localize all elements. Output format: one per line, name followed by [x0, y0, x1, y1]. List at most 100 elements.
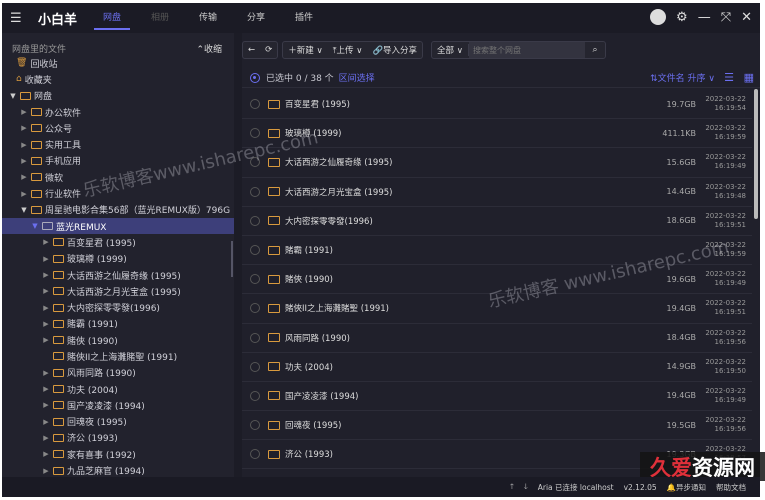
tree-item[interactable]: ▶ 国产凌凌漆 (1994) — [2, 397, 234, 413]
notify-button[interactable]: 🔔异步通知 — [667, 482, 706, 493]
file-row[interactable]: 大话西游之月光宝盒 (1995) 14.4GB 2022-03-22 16:19:… — [242, 178, 752, 207]
tree-item[interactable]: ▶ 手机应用 — [2, 153, 234, 169]
row-select-radio[interactable] — [250, 274, 260, 285]
collapse-arrow-icon[interactable]: ▶ — [41, 336, 51, 344]
tree-item[interactable]: ▼ 蓝光REMUX — [2, 217, 234, 235]
collapse-arrow-icon[interactable]: ▶ — [19, 157, 29, 165]
upload-button[interactable]: ⤒上传 ∨ — [328, 44, 368, 56]
collapse-arrow-icon[interactable]: ▶ — [19, 190, 29, 198]
tree-item[interactable]: ▶ 大话西游之仙履奇缘 (1995) — [2, 267, 234, 283]
row-select-radio[interactable] — [250, 449, 260, 460]
grid-view-icon[interactable]: ▦ — [744, 71, 754, 84]
search-input[interactable] — [469, 42, 585, 58]
file-row[interactable]: 玻璃樽 (1999) 411.1KB 2022-03-22 16:19:59 — [242, 119, 752, 149]
tree-item[interactable]: ▶ 功夫 (2004) — [2, 381, 234, 397]
nav-tab[interactable]: 传输 — [184, 3, 232, 33]
file-row[interactable]: 賭俠II之上海灘賭聖 (1991) 19.4GB 2022-03-22 16:19… — [242, 294, 752, 324]
tree-item[interactable]: ▼ 网盘 — [2, 88, 234, 104]
tree-item[interactable]: 賭俠II之上海灘賭聖 (1991) — [2, 348, 234, 364]
expand-arrow-icon[interactable]: ▼ — [8, 92, 18, 100]
file-row[interactable]: 賭霸 (1991) 2022-03-22 16:19:59 — [242, 236, 752, 266]
collapse-arrow-icon[interactable]: ▶ — [41, 255, 51, 263]
row-select-radio[interactable] — [250, 215, 260, 226]
file-row[interactable]: 賭俠 (1990) 19.6GB 2022-03-22 16:19:49 — [242, 265, 752, 295]
collapse-arrow-icon[interactable]: ▶ — [41, 238, 51, 246]
row-select-radio[interactable] — [250, 157, 260, 168]
back-button[interactable]: ← — [243, 45, 260, 55]
collapse-arrow-icon[interactable]: ▶ — [41, 320, 51, 328]
collapse-arrow-icon[interactable]: ▶ — [19, 173, 29, 181]
maximize-icon[interactable]: ⤧ — [721, 10, 731, 25]
collapse-button[interactable]: ⌃收缩 — [196, 42, 222, 55]
sidebar-scrollbar[interactable] — [231, 241, 233, 277]
row-select-radio[interactable] — [250, 128, 260, 139]
collapse-arrow-icon[interactable]: ▶ — [41, 467, 51, 475]
row-select-radio[interactable] — [250, 303, 260, 314]
tree-item[interactable]: ▶ 玻璃樽 (1999) — [2, 251, 234, 267]
collapse-arrow-icon[interactable]: ▶ — [19, 124, 29, 132]
file-list-scrollbar[interactable] — [754, 89, 758, 219]
import-share-button[interactable]: 🔗导入分享 — [367, 44, 422, 56]
file-row[interactable]: 百变星君 (1995) 19.7GB 2022-03-22 16:19:54 — [242, 90, 752, 120]
search-icon[interactable]: ⌕ — [585, 45, 605, 55]
tree-item[interactable]: ▶ 风雨同路 (1990) — [2, 365, 234, 381]
file-row[interactable]: 大话西游之仙履奇缘 (1995) 15.6GB 2022-03-22 16:19:… — [242, 148, 752, 178]
file-row[interactable]: 回魂夜 (1995) 19.5GB 2022-03-22 16:19:56 — [242, 411, 752, 441]
tree-item[interactable]: ▶ 济公 (1993) — [2, 430, 234, 446]
tree-item[interactable]: ▼ 周星驰电影合集56部（蓝光REMUX版）796G — [2, 202, 234, 218]
file-row[interactable]: 功夫 (2004) 14.9GB 2022-03-22 16:19:50 — [242, 353, 752, 382]
nav-tab[interactable]: 网盘 — [88, 3, 136, 33]
file-row[interactable]: 风雨同路 (1990) 18.4GB 2022-03-22 16:19:56 — [242, 324, 752, 353]
tree-item[interactable]: ▶ 賭俠 (1990) — [2, 332, 234, 348]
row-select-radio[interactable] — [250, 390, 260, 401]
tree-item[interactable]: ▶ 大话西游之月光宝盒 (1995) — [2, 283, 234, 299]
sort-dropdown[interactable]: ⇅文件名 升序 ∨ — [650, 71, 715, 84]
nav-tab[interactable]: 相册 — [136, 3, 184, 33]
tree-item[interactable]: ▶ 百变星君 (1995) — [2, 234, 234, 250]
download-arrow-icon[interactable]: 🡓 — [524, 481, 528, 494]
collapse-arrow-icon[interactable]: ▶ — [41, 450, 51, 458]
collapse-arrow-icon[interactable]: ▶ — [41, 434, 51, 442]
expand-arrow-icon[interactable]: ▼ — [19, 206, 29, 214]
range-select-link[interactable]: 区间选择 — [339, 71, 375, 84]
tree-item[interactable]: ▶ 家有喜事 (1992) — [2, 446, 234, 462]
tree-item[interactable]: ▶ 行业软件 — [2, 185, 234, 201]
gear-icon[interactable]: ⚙ — [676, 10, 688, 25]
tree-item[interactable]: ▶ 实用工具 — [2, 136, 234, 152]
select-all-radio[interactable] — [250, 72, 260, 83]
close-icon[interactable]: ✕ — [741, 10, 752, 25]
refresh-button[interactable]: ⟳ — [260, 45, 277, 55]
row-select-radio[interactable] — [250, 332, 260, 343]
collapse-arrow-icon[interactable]: ▶ — [19, 108, 29, 116]
collapse-arrow-icon[interactable]: ▶ — [41, 401, 51, 409]
avatar[interactable] — [650, 9, 667, 25]
tree-item[interactable]: ▶ 公众号 — [2, 120, 234, 136]
tree-item[interactable]: ▶ 回魂夜 (1995) — [2, 414, 234, 430]
help-docs-link[interactable]: 帮助文档 — [716, 482, 746, 493]
tree-item[interactable]: ▶ 九品芝麻官 (1994) — [2, 462, 234, 477]
row-select-radio[interactable] — [250, 99, 260, 110]
new-button[interactable]: ＋新建 ∨ — [283, 44, 327, 56]
tree-item[interactable]: 🗑 回收站 — [2, 55, 234, 71]
collapse-arrow-icon[interactable]: ▶ — [41, 287, 51, 295]
minimize-icon[interactable]: — — [698, 10, 711, 25]
row-select-radio[interactable] — [250, 186, 260, 197]
upload-arrow-icon[interactable]: 🡑 — [510, 481, 514, 494]
row-select-radio[interactable] — [250, 420, 260, 431]
row-select-radio[interactable] — [250, 361, 260, 372]
collapse-arrow-icon[interactable]: ▶ — [41, 271, 51, 279]
menu-icon[interactable]: ☰ — [10, 11, 26, 26]
pane-divider[interactable] — [234, 33, 242, 477]
collapse-arrow-icon[interactable]: ▶ — [41, 418, 51, 426]
collapse-arrow-icon[interactable]: ▶ — [41, 304, 51, 312]
tree-item[interactable]: ▶ 大内密探零零發(1996) — [2, 299, 234, 315]
collapse-arrow-icon[interactable]: ▶ — [19, 141, 29, 149]
tree-item[interactable]: ⌂ 收藏夹 — [2, 71, 234, 87]
nav-tab[interactable]: 插件 — [280, 3, 328, 33]
tree-item[interactable]: ▶ 微软 — [2, 169, 234, 185]
row-select-radio[interactable] — [250, 245, 260, 256]
list-view-icon[interactable]: ☰ — [724, 71, 734, 84]
file-row[interactable]: 大内密探零零發(1996) 18.6GB 2022-03-22 16:19:51 — [242, 207, 752, 236]
search-scope-select[interactable]: 全部 ∨ — [432, 44, 469, 56]
file-row[interactable]: 国产凌凌漆 (1994) 19.4GB 2022-03-22 16:19:49 — [242, 382, 752, 412]
